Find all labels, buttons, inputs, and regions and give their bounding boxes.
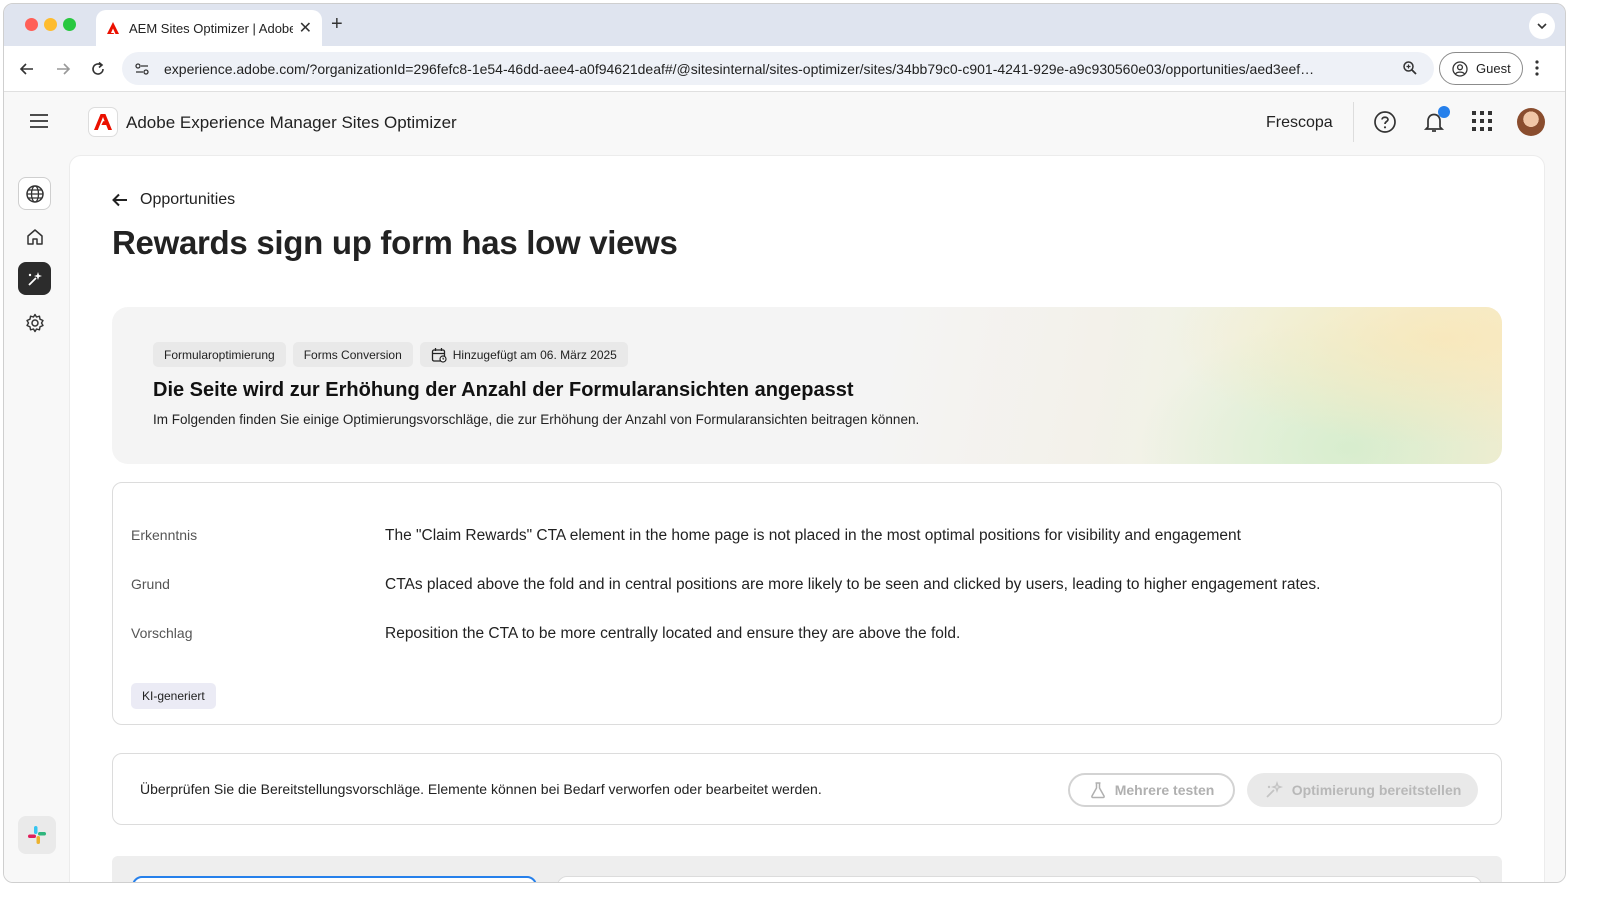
home-icon xyxy=(26,228,43,245)
url-text: experience.adobe.com/?organizationId=296… xyxy=(164,60,1315,77)
browser-window: AEM Sites Optimizer | Adobe ✕ + experien… xyxy=(3,3,1566,883)
insight-value: The "Claim Rewards" CTA element in the h… xyxy=(385,527,1241,544)
flask-icon xyxy=(1090,782,1105,799)
arrow-right-icon xyxy=(57,63,71,75)
back-to-opportunities-link[interactable]: Opportunities xyxy=(112,191,235,209)
help-button[interactable] xyxy=(1373,110,1397,139)
maximize-window-button[interactable] xyxy=(63,18,76,31)
main-content: Opportunities Rewards sign up form has l… xyxy=(69,155,1545,882)
suggestion-card-selected[interactable] xyxy=(132,876,537,882)
site-settings-icon[interactable] xyxy=(134,61,150,77)
suggestions-panel xyxy=(112,856,1502,882)
reload-icon xyxy=(92,61,104,75)
adobe-logo-icon xyxy=(94,114,112,130)
back-button[interactable] xyxy=(16,58,38,80)
tag-label: Hinzugefügt am 06. März 2025 xyxy=(452,347,617,362)
rail-settings-button[interactable] xyxy=(18,306,51,339)
menu-button[interactable] xyxy=(30,114,48,133)
arrow-left-icon xyxy=(19,63,33,75)
org-switcher[interactable]: Frescopa xyxy=(1266,114,1333,132)
insight-label: Erkenntnis xyxy=(131,527,198,543)
minimize-window-button[interactable] xyxy=(44,18,57,31)
header-divider xyxy=(1353,102,1354,142)
left-rail xyxy=(4,154,68,882)
notification-dot xyxy=(1438,106,1450,118)
more-vertical-icon xyxy=(1535,60,1539,76)
app-grid-icon xyxy=(1472,111,1492,131)
rail-home-button[interactable] xyxy=(18,220,51,253)
adobe-logo[interactable] xyxy=(88,107,118,137)
browser-tab[interactable]: AEM Sites Optimizer | Adobe ✕ xyxy=(96,10,322,46)
app-title: Adobe Experience Manager Sites Optimizer xyxy=(126,113,457,132)
hero-title: Die Seite wird zur Erhöhung der Anzahl d… xyxy=(153,379,854,401)
page-title: Rewards sign up form has low views xyxy=(112,224,678,261)
back-label: Opportunities xyxy=(140,191,236,208)
reload-button[interactable] xyxy=(87,58,109,80)
rail-opportunities-button[interactable] xyxy=(18,262,51,295)
reason-value: CTAs placed above the fold and in centra… xyxy=(385,576,1321,593)
calendar-icon xyxy=(431,347,447,363)
slack-button[interactable] xyxy=(18,816,56,854)
gear-icon xyxy=(25,313,44,332)
rail-sites-button[interactable] xyxy=(18,177,51,210)
zoom-icon[interactable] xyxy=(1402,60,1418,76)
suggestion-label: Vorschlag xyxy=(131,625,193,641)
profile-label: Guest xyxy=(1476,61,1511,76)
test-multiple-button[interactable]: Mehrere testen xyxy=(1068,773,1235,807)
tag-category: Formularoptimierung xyxy=(153,342,286,367)
app-header: Adobe Experience Manager Sites Optimizer… xyxy=(4,92,1565,154)
tag-type: Forms Conversion xyxy=(292,342,413,367)
globe-icon xyxy=(25,184,44,203)
tab-title: AEM Sites Optimizer | Adobe xyxy=(129,20,293,36)
browser-toolbar: experience.adobe.com/?organizationId=296… xyxy=(4,46,1565,92)
close-tab-icon[interactable]: ✕ xyxy=(299,18,312,38)
hamburger-icon xyxy=(30,114,48,128)
browser-menu-button[interactable] xyxy=(1534,58,1540,83)
magic-wand-icon xyxy=(1266,780,1283,798)
slack-icon xyxy=(28,826,46,844)
tag-label: Formularoptimierung xyxy=(164,347,275,362)
profile-button[interactable]: Guest xyxy=(1439,52,1523,85)
test-multiple-label: Mehrere testen xyxy=(1114,782,1215,798)
suggestion-value: Reposition the CTA to be more centrally … xyxy=(385,625,961,642)
magic-wand-icon xyxy=(27,271,42,286)
forward-button[interactable] xyxy=(52,58,74,80)
help-icon xyxy=(1374,111,1396,133)
account-icon xyxy=(1452,60,1468,77)
reason-label: Grund xyxy=(131,576,170,592)
new-tab-button[interactable]: + xyxy=(331,14,343,34)
tab-search-button[interactable] xyxy=(1529,13,1555,39)
deploy-optimization-button[interactable]: Optimierung bereitstellen xyxy=(1247,773,1478,807)
user-avatar[interactable] xyxy=(1517,108,1545,136)
arrow-left-icon xyxy=(112,193,127,207)
ai-generated-badge: KI-generiert xyxy=(131,683,216,709)
tag-date: Hinzugefügt am 06. März 2025 xyxy=(419,342,628,367)
hero-subtitle: Im Folgenden finden Sie einige Optimieru… xyxy=(153,412,920,427)
deploy-optimization-label: Optimierung bereitstellen xyxy=(1291,782,1462,798)
app-shell: Adobe Experience Manager Sites Optimizer… xyxy=(4,92,1565,882)
opportunity-hero: Formularoptimierung Forms Conversion Hin… xyxy=(112,307,1502,464)
adobe-favicon-icon xyxy=(107,22,119,34)
apps-button[interactable] xyxy=(1471,110,1493,137)
address-bar[interactable]: experience.adobe.com/?organizationId=296… xyxy=(122,52,1434,85)
deploy-instructions: Überprüfen Sie die Bereitstellungsvorsch… xyxy=(140,781,822,797)
tab-bar: AEM Sites Optimizer | Adobe ✕ + xyxy=(4,4,1565,46)
insight-card: Erkenntnis The "Claim Rewards" CTA eleme… xyxy=(112,482,1502,725)
deploy-bar: Überprüfen Sie die Bereitstellungsvorsch… xyxy=(112,753,1502,825)
suggestion-preview-card[interactable] xyxy=(557,876,1482,882)
tag-list: Formularoptimierung Forms Conversion Hin… xyxy=(153,342,628,367)
close-window-button[interactable] xyxy=(25,18,38,31)
hero-decoration xyxy=(1122,307,1502,464)
chevron-down-icon xyxy=(1537,23,1547,30)
tag-label: Forms Conversion xyxy=(303,347,402,362)
